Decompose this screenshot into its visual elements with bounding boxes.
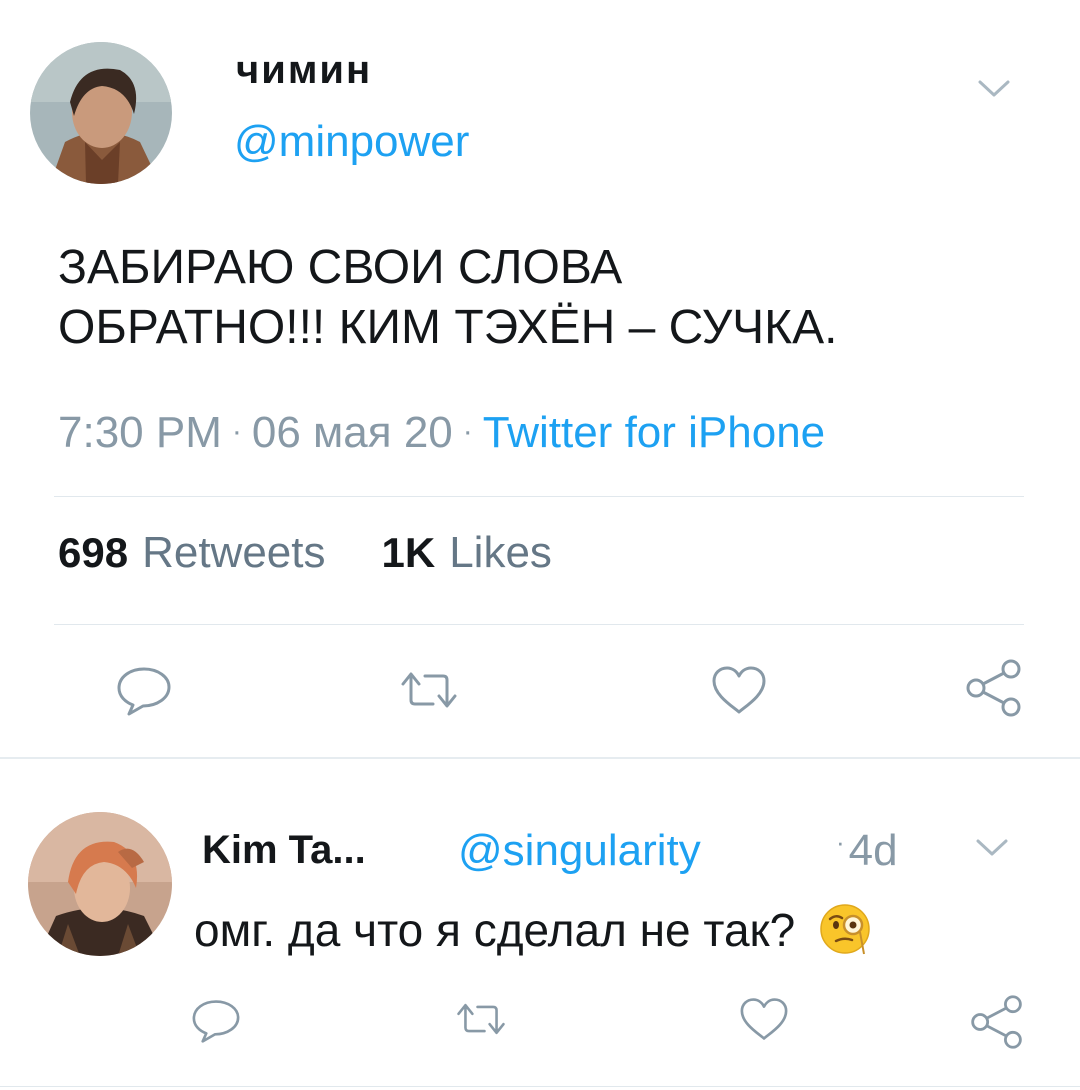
section-divider [0,757,1080,759]
meta-separator: · [462,415,473,448]
retweet-icon[interactable] [399,668,459,717]
tweet-text: ЗАБИРАЮ СВОИ СЛОВА ОБРАТНО!!! КИМ ТЭХЁН … [58,238,1038,358]
reply-share-icon[interactable] [968,993,1026,1056]
likes-label: Likes [449,528,552,577]
author-name[interactable]: чимин [236,48,372,93]
reply-menu-chevron-icon[interactable] [972,833,1012,861]
reply-timestamp: ·4d [836,826,898,876]
divider [54,624,1024,625]
bottom-divider [0,1086,1080,1087]
share-icon[interactable] [963,657,1025,724]
tweet-text-line: ЗАБИРАЮ СВОИ СЛОВА [58,241,623,294]
reply-reply-icon[interactable] [190,998,242,1049]
tweet-source-link[interactable]: Twitter for iPhone [483,408,825,457]
author-handle[interactable]: @minpower [234,117,469,167]
retweets-stat[interactable]: 698 Retweets [58,528,326,577]
tweet-meta: 7:30 PM · 06 мая 20 · Twitter for iPhone [58,408,825,458]
tweet-stats: 698 Retweets 1K Likes [58,528,552,578]
reply-author-name[interactable]: Kim Ta... [202,828,366,873]
face-with-monocle-icon [818,902,872,967]
reply-time: 4d [848,826,898,875]
meta-separator: · [231,415,242,448]
reply-author-handle[interactable]: @singularity [458,826,701,876]
time-separator: · [836,827,845,857]
likes-stat[interactable]: 1K Likes [382,528,552,577]
author-avatar[interactable] [30,42,172,184]
reply-retweet-icon[interactable] [455,1000,507,1043]
likes-count: 1K [381,529,436,576]
retweets-count: 698 [58,529,129,576]
reply-icon[interactable] [115,665,173,722]
tweet-date: 06 мая 20 [251,408,453,457]
heart-icon[interactable] [710,664,768,721]
reply-text-content: омг. да что я сделал не так? [194,904,796,956]
reply-author-avatar[interactable] [28,812,172,956]
reply-text: омг. да что я сделал не так? [194,902,872,967]
tweet-menu-chevron-icon[interactable] [974,74,1014,102]
retweets-label: Retweets [142,528,326,577]
tweet-text-line: ОБРАТНО!!! КИМ ТЭХЁН – СУЧКА. [58,301,838,354]
tweet-time: 7:30 PM [58,408,222,457]
reply-heart-icon[interactable] [738,996,790,1047]
divider [54,496,1024,497]
